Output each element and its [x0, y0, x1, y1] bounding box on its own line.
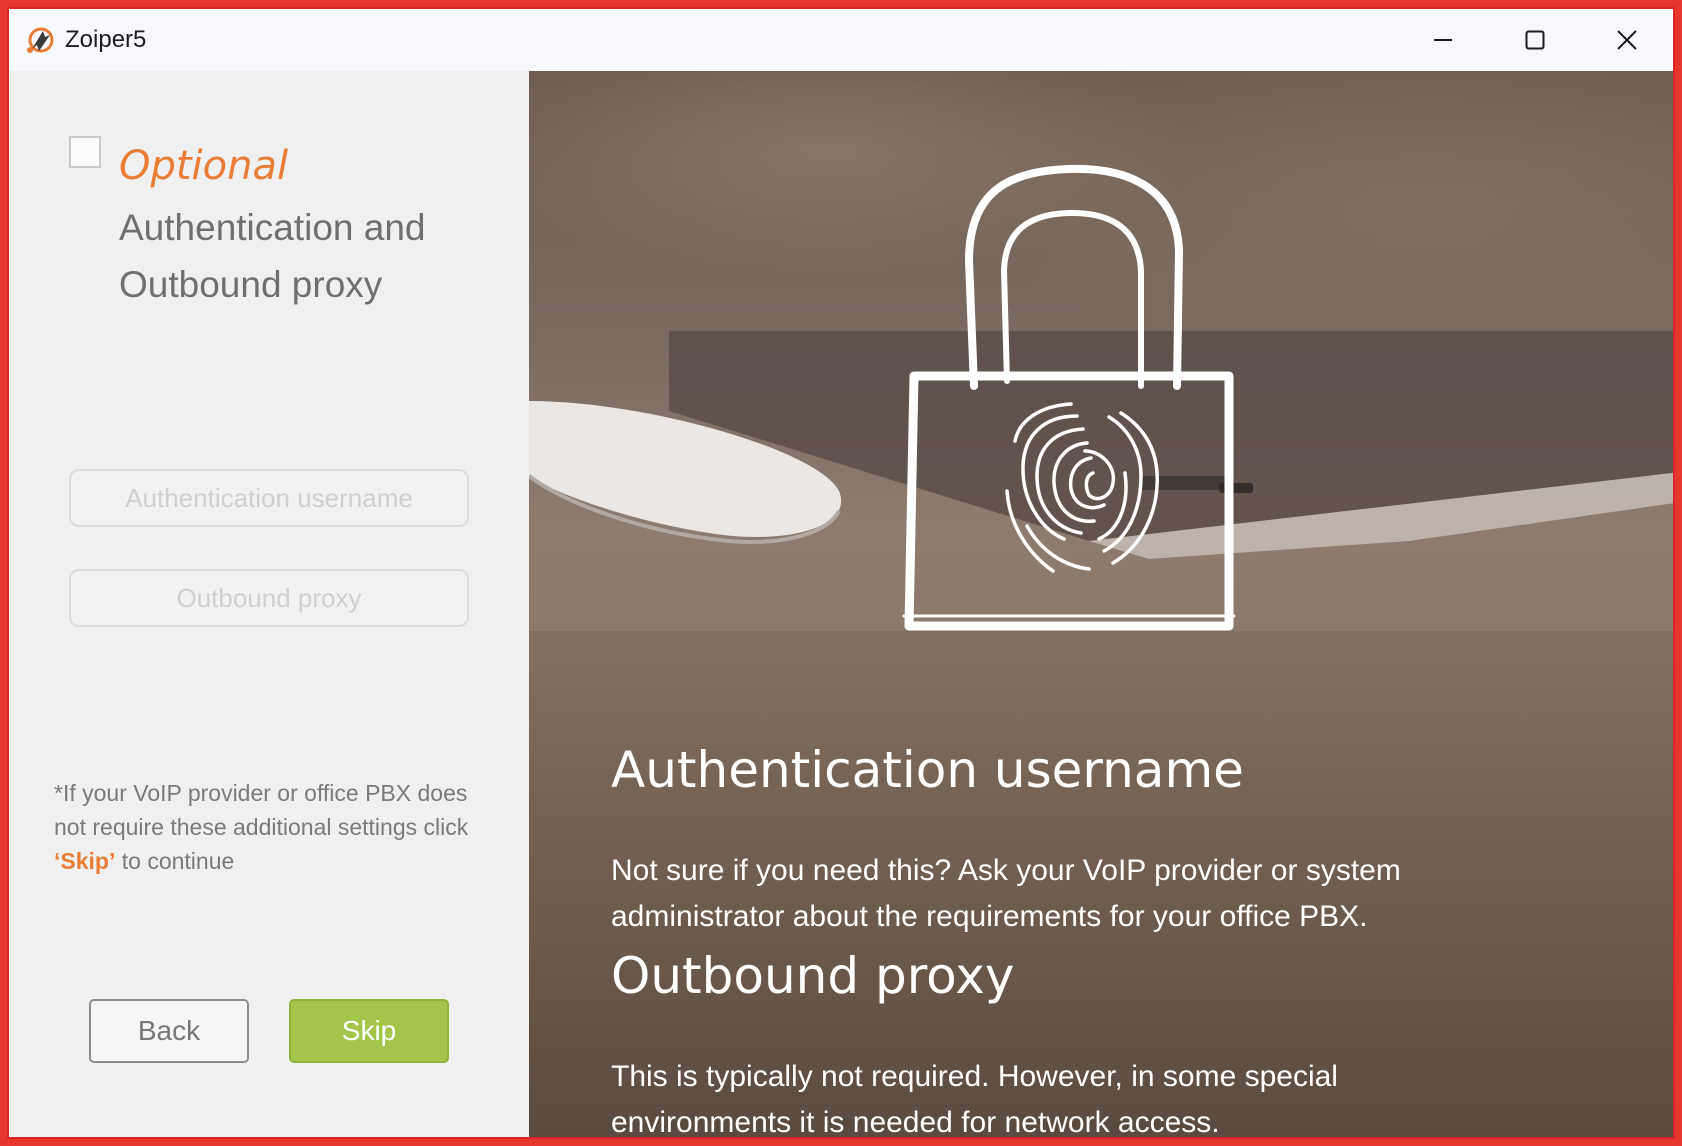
auth-help-text: Not sure if you need this? Ask your VoIP…: [611, 854, 1401, 933]
optional-label: Optional: [119, 143, 289, 189]
window-controls: [1397, 9, 1673, 71]
minimize-button[interactable]: [1397, 9, 1489, 71]
zoiper-logo-icon: [27, 27, 54, 53]
section-subtitle: Authentication and Outbound proxy: [119, 207, 426, 305]
close-button[interactable]: [1581, 9, 1673, 71]
outbound-proxy-input[interactable]: [69, 569, 469, 627]
window-title: Zoiper5: [65, 26, 147, 53]
close-icon: [1617, 30, 1637, 50]
maximize-icon: [1525, 30, 1545, 50]
maximize-button[interactable]: [1489, 9, 1581, 71]
skip-note-highlight: ‘Skip’: [54, 848, 116, 874]
minimize-icon: [1434, 39, 1452, 41]
skip-note-suffix: to continue: [115, 848, 235, 874]
proxy-help-heading: Outbound proxy: [611, 947, 1015, 1005]
skip-note-prefix: *If your VoIP provider or office PBX doe…: [54, 780, 469, 840]
settings-panel: Optional Authentication and Outbound pro…: [9, 71, 529, 1137]
info-panel: Authentication username Not sure if you …: [529, 71, 1673, 1137]
proxy-help-text: This is typically not required. However,…: [611, 1060, 1338, 1137]
auth-username-input[interactable]: [69, 469, 469, 527]
back-button[interactable]: Back: [89, 999, 249, 1063]
auth-help-heading: Authentication username: [611, 741, 1244, 799]
optional-checkbox[interactable]: [69, 136, 101, 168]
title-bar: Zoiper5: [9, 9, 1673, 71]
app-window: Zoiper5 Optional Authentication and Outb…: [7, 7, 1675, 1139]
skip-note: *If your VoIP provider or office PBX doe…: [54, 776, 494, 878]
skip-button[interactable]: Skip: [289, 999, 449, 1063]
